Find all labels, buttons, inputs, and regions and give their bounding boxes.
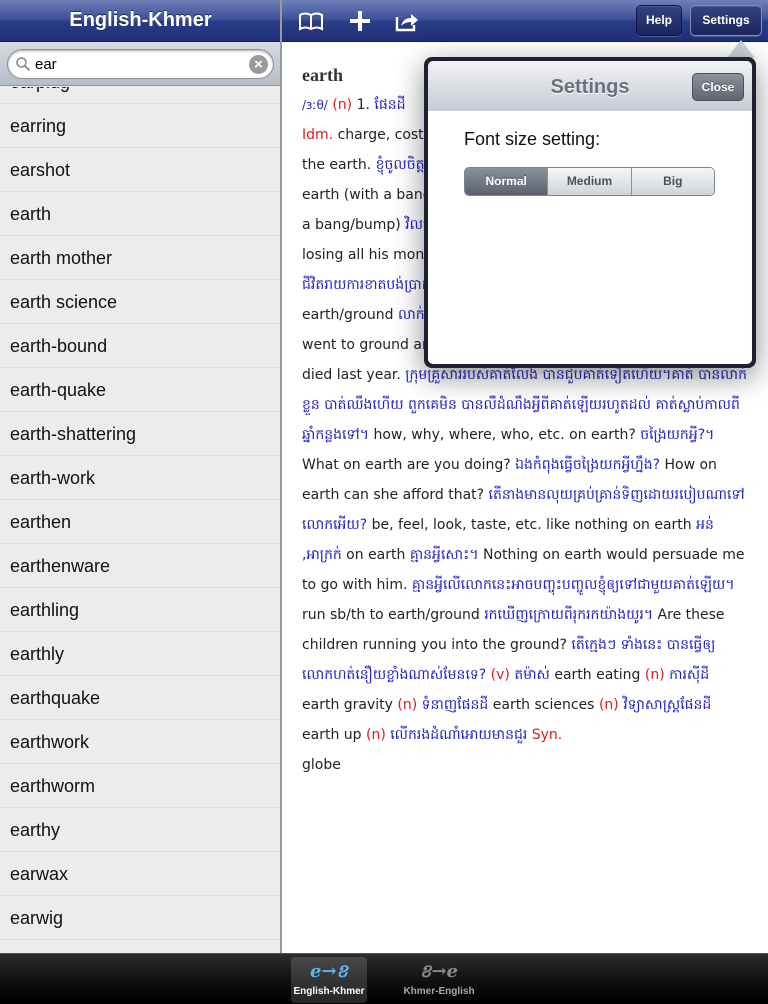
english-text: earth sciences <box>488 697 599 713</box>
khmer-translation: លើករងដំណាំអោយមានជួរ <box>390 727 528 743</box>
khmer-translation: ផែនដី <box>374 97 406 113</box>
english-text: earth eating <box>549 667 645 683</box>
khmer-translation: ឯងកំពុងធ្វើចង្រៃយកអ្វីហ្នឹង? <box>515 457 661 473</box>
word-list-item[interactable]: earwax <box>0 852 281 896</box>
search-icon <box>16 57 30 71</box>
word-list-item[interactable]: earth <box>0 192 281 236</box>
share-icon[interactable] <box>394 8 420 34</box>
khmer-english-icon: ខ→e <box>420 961 458 982</box>
book-icon[interactable] <box>298 8 324 34</box>
part-of-speech: (n) <box>644 667 670 683</box>
search-bar: × <box>0 42 281 86</box>
word-list-item[interactable]: earthwork <box>0 720 281 764</box>
khmer-translation: ការស៊ីដី <box>669 667 710 683</box>
search-input[interactable] <box>35 54 245 74</box>
word-list-item[interactable]: earth science <box>0 280 281 324</box>
word-list-item[interactable]: earthly <box>0 632 281 676</box>
khmer-translation: វិទ្យាសាស្ត្រផែនដី <box>623 697 712 713</box>
part-of-speech: Idm. <box>302 127 334 143</box>
word-list-item[interactable]: earth-work <box>0 456 281 500</box>
tab-label: Khmer-English <box>403 986 475 997</box>
word-list-item[interactable]: earthen <box>0 500 281 544</box>
khmer-translation: គ្មានអ្វីសោះ។ <box>409 547 479 563</box>
word-list-item[interactable]: earshot <box>0 148 281 192</box>
english-text: be, feel, look, taste, etc. like nothing… <box>367 517 697 533</box>
part-of-speech: (n) <box>598 697 624 713</box>
help-button[interactable]: Help <box>636 5 682 36</box>
word-list[interactable]: earplugearringearshotearthearth motherea… <box>0 87 281 953</box>
english-text: globe <box>302 757 341 773</box>
tab-english-khmer[interactable]: e→ខ English-Khmer <box>291 957 367 1003</box>
english-text: earth up <box>302 727 366 743</box>
font-size-medium[interactable]: Medium <box>547 168 631 195</box>
word-list-item[interactable]: earwig <box>0 896 281 940</box>
word-list-item[interactable]: earth-quake <box>0 368 281 412</box>
english-text: earth gravity <box>302 697 398 713</box>
font-size-segmented-control[interactable]: Normal Medium Big <box>464 167 715 196</box>
word-list-item[interactable]: earthworm <box>0 764 281 808</box>
tab-label: English-Khmer <box>293 986 365 997</box>
settings-button[interactable]: Settings <box>690 5 762 36</box>
font-size-label: Font size setting: <box>464 129 601 149</box>
word-list-item[interactable]: earth-bound <box>0 324 281 368</box>
word-list-item[interactable]: earthy <box>0 808 281 852</box>
english-text: 1. <box>356 97 375 113</box>
font-size-big[interactable]: Big <box>630 168 714 195</box>
popover-body: Font size setting: Normal Medium Big <box>428 111 752 364</box>
part-of-speech: (v) <box>486 667 515 683</box>
main-toolbar: Help Settings <box>282 0 768 42</box>
add-icon[interactable] <box>347 8 373 34</box>
search-field[interactable]: × <box>7 49 274 79</box>
tab-bar: e→ខ English-Khmer ខ→e Khmer-English <box>0 953 768 1004</box>
word-list-item[interactable]: earth mother <box>0 236 281 280</box>
popover-arrow <box>727 40 755 58</box>
pronunciation: /ɜːθ/ <box>302 98 328 112</box>
english-khmer-icon: e→ខ <box>310 961 348 982</box>
english-text: how, why, where, who, etc. on earth? <box>369 427 641 443</box>
word-list-item[interactable]: earthling <box>0 588 281 632</box>
part-of-speech: (n) <box>365 727 391 743</box>
khmer-translation: ចង្រៃយកអ្វី?។ <box>640 427 715 443</box>
font-size-normal[interactable]: Normal <box>465 168 548 195</box>
part-of-speech: Syn. <box>527 727 563 743</box>
settings-popover: Settings Close Font size setting: Normal… <box>424 57 756 368</box>
close-button[interactable]: Close <box>692 73 744 101</box>
english-text: What on earth are you doing? <box>302 457 516 473</box>
word-list-panel: English-Khmer × earplugearringearshotear… <box>0 0 281 953</box>
english-text: on earth <box>341 547 410 563</box>
word-list-item[interactable]: earplug <box>0 87 281 104</box>
word-list-item[interactable]: earth-shattering <box>0 412 281 456</box>
khmer-translation: ទំនាញផែនដី <box>421 697 489 713</box>
word-list-item[interactable]: earthquake <box>0 676 281 720</box>
khmer-translation: តម៉ាស់ <box>514 667 550 683</box>
khmer-translation: គ្មានអ្វីលើលោកនេះអាចបញ្ចុះបញ្ចូលខ្ញុំឲ្យ… <box>411 577 735 593</box>
part-of-speech: (n) <box>332 97 353 113</box>
part-of-speech: (n) <box>397 697 422 713</box>
clear-search-icon[interactable]: × <box>249 55 268 74</box>
sidebar-title: English-Khmer <box>69 9 212 31</box>
english-text: run sb/th to earth/ground <box>302 607 485 623</box>
sidebar-navbar: English-Khmer <box>0 0 281 42</box>
word-list-item[interactable]: earring <box>0 104 281 148</box>
word-list-item[interactable]: earthenware <box>0 544 281 588</box>
popover-header: Settings Close <box>428 61 752 111</box>
khmer-translation: រកឃើញក្រោយពីរុករកយ៉ាងយូរ។ <box>484 607 654 623</box>
tab-khmer-english[interactable]: ខ→e Khmer-English <box>401 957 477 1003</box>
